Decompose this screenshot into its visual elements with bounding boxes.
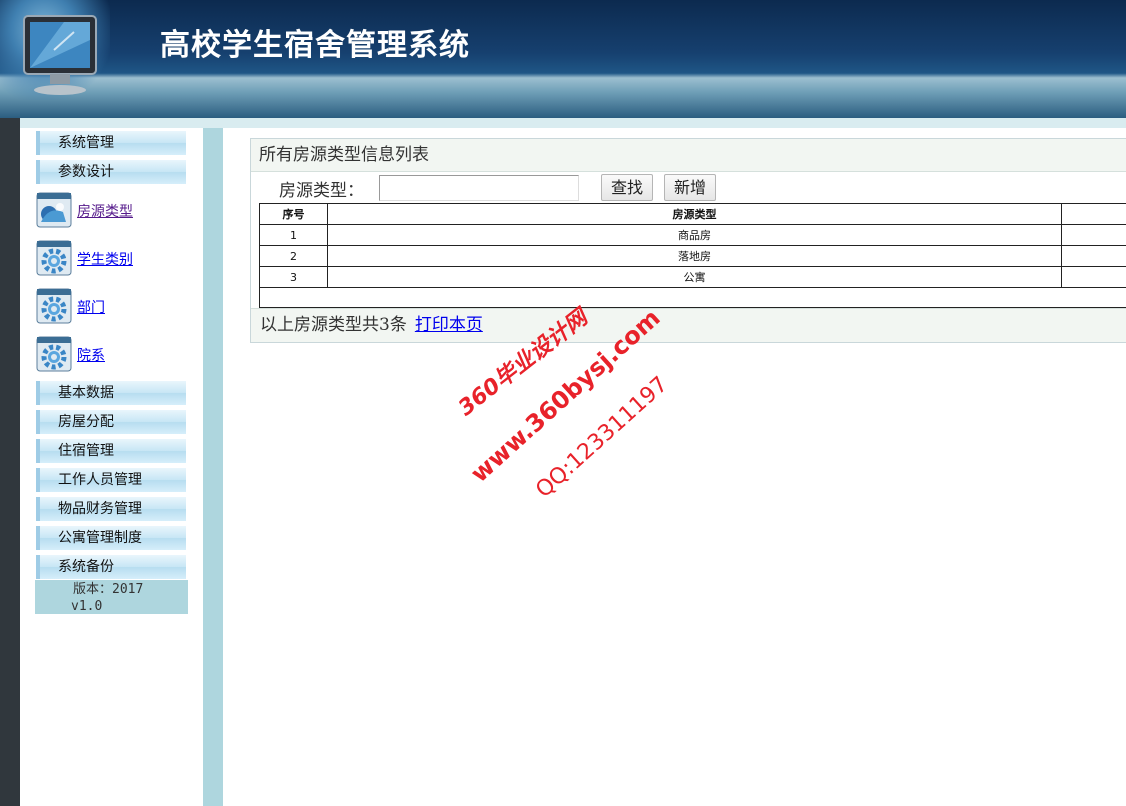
system-title: 高校学生宿舍管理系统 xyxy=(160,28,470,63)
gear-icon xyxy=(36,336,72,372)
sidebar-item-department[interactable]: 部门 xyxy=(36,288,196,324)
sidebar-item-room-type[interactable]: 房源类型 xyxy=(36,192,196,228)
gear-icon xyxy=(36,192,72,228)
menu-system-backup[interactable]: 系统备份 xyxy=(36,555,186,579)
table-row: 2 落地房 xyxy=(259,245,1126,267)
sidebar-item-label[interactable]: 院系 xyxy=(77,345,105,365)
cell-actions xyxy=(1061,245,1126,267)
menu-parameter-design[interactable]: 参数设计 xyxy=(36,160,186,184)
version-box: 版本：2017 v1.0 xyxy=(35,580,188,614)
cell-room-type: 落地房 xyxy=(326,245,1063,267)
record-count-text: 以上房源类型共3条 xyxy=(260,315,407,335)
add-button[interactable]: 新增 xyxy=(664,174,717,201)
gear-icon xyxy=(36,288,72,324)
sidebar: 系统管理 参数设计 房源类型 学生类别 部门 院系 基本数据 房屋分配 住宿管理… xyxy=(20,128,203,806)
cell-room-type: 商品房 xyxy=(326,224,1063,246)
header-separator xyxy=(0,118,1126,128)
cell-room-type: 公寓 xyxy=(326,266,1063,288)
search-input[interactable] xyxy=(379,175,579,201)
version-label: 版本：2017 xyxy=(73,582,144,597)
search-row: 房源类型： 查找 新增 xyxy=(251,173,1126,203)
menu-staff-management[interactable]: 工作人员管理 xyxy=(36,468,186,492)
search-label: 房源类型： xyxy=(279,181,364,201)
cell-index: 2 xyxy=(259,245,328,267)
cell-actions xyxy=(1061,266,1126,288)
cell-actions xyxy=(1061,224,1126,246)
panel-footer: 以上房源类型共3条 打印本页 xyxy=(251,308,1126,342)
sidebar-item-student-category[interactable]: 学生类别 xyxy=(36,240,196,276)
menu-room-allocation[interactable]: 房屋分配 xyxy=(36,410,186,434)
column-header-index: 序号 xyxy=(259,203,328,225)
menu-goods-finance[interactable]: 物品财务管理 xyxy=(36,497,186,521)
column-header-room-type: 房源类型 xyxy=(326,203,1063,225)
empty-cell xyxy=(259,287,1126,308)
menu-accommodation[interactable]: 住宿管理 xyxy=(36,439,186,463)
monitor-icon xyxy=(23,15,97,95)
sidebar-item-label[interactable]: 学生类别 xyxy=(77,249,133,269)
version-number: v1.0 xyxy=(71,599,103,614)
table-empty-row xyxy=(259,287,1126,308)
sidebar-item-label[interactable]: 房源类型 xyxy=(77,201,133,221)
cell-index: 1 xyxy=(259,224,328,246)
table-header-row: 序号 房源类型 xyxy=(259,203,1126,225)
sidebar-item-college[interactable]: 院系 xyxy=(36,336,196,372)
search-button[interactable]: 查找 xyxy=(601,174,654,201)
room-type-table: 序号 房源类型 1 商品房 2 落地房 3 公寓 xyxy=(259,203,1126,308)
room-type-panel: 所有房源类型信息列表 房源类型： 查找 新增 序号 房源类型 1 商品房 2 落… xyxy=(250,138,1126,343)
menu-basic-data[interactable]: 基本数据 xyxy=(36,381,186,405)
menu-apartment-rules[interactable]: 公寓管理制度 xyxy=(36,526,186,550)
cell-index: 3 xyxy=(259,266,328,288)
print-page-link[interactable]: 打印本页 xyxy=(415,315,483,335)
header-banner: 高校学生宿舍管理系统 xyxy=(0,0,1126,118)
column-header-actions xyxy=(1061,203,1126,225)
table-row: 1 商品房 xyxy=(259,224,1126,246)
panel-title: 所有房源类型信息列表 xyxy=(251,139,1126,172)
sidebar-divider xyxy=(203,128,223,806)
table-row: 3 公寓 xyxy=(259,266,1126,288)
sidebar-item-label[interactable]: 部门 xyxy=(77,297,105,317)
left-edge-bar xyxy=(0,118,20,806)
menu-system-management[interactable]: 系统管理 xyxy=(36,131,186,155)
gear-icon xyxy=(36,240,72,276)
main-content: 所有房源类型信息列表 房源类型： 查找 新增 序号 房源类型 1 商品房 2 落… xyxy=(223,128,1126,806)
